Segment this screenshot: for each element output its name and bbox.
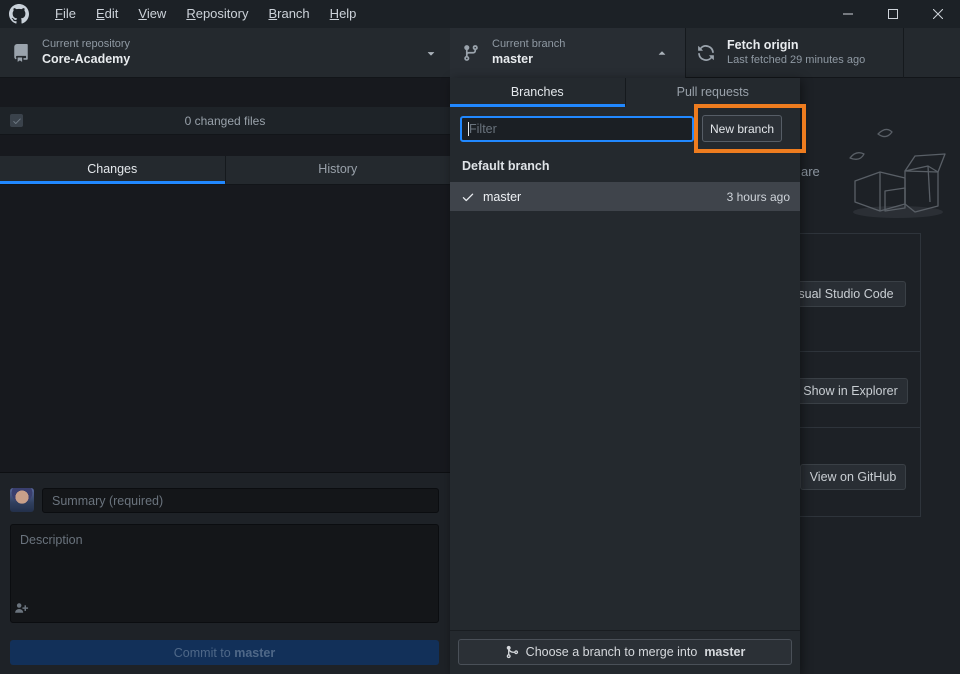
default-branch-header: Default branch [462,159,550,173]
chevron-down-icon [424,46,438,60]
commit-form: Commit to master [0,472,450,674]
menu-file[interactable]: File [45,0,86,28]
changed-files-count: 0 changed files [0,114,450,128]
tab-changes[interactable]: Changes [0,156,226,184]
card-divider [781,351,920,352]
menu-view[interactable]: View [128,0,176,28]
titlebar: File Edit View Repository Branch Help [0,0,960,28]
tab-history[interactable]: History [226,156,451,184]
changes-history-tabs: Changes History [0,156,450,185]
menu-help[interactable]: Help [320,0,367,28]
view-on-github-button[interactable]: View on GitHub [800,464,906,490]
select-all-checkbox[interactable] [10,114,23,127]
current-repository-value: Core-Academy [42,52,130,68]
partial-subtitle-text: are [801,164,820,179]
commit-description-input[interactable] [10,524,439,623]
branches-popover: Branches Pull requests New branch Defaul… [450,78,800,674]
chevron-up-icon [655,46,669,60]
toolbar: Current repository Core-Academy Current … [0,28,960,78]
show-in-explorer-button[interactable]: Show in Explorer [793,378,908,404]
fetch-origin-title: Fetch origin [727,38,865,54]
commit-summary-input[interactable] [42,488,439,513]
current-branch-value: master [492,52,565,68]
current-repository-button[interactable]: Current repository Core-Academy [0,28,450,78]
branch-row-master[interactable]: master 3 hours ago [450,182,800,211]
maximize-button[interactable] [870,0,915,28]
sync-icon [697,44,715,62]
open-boxes-illustration [835,106,960,226]
commit-button-branch: master [234,646,275,660]
popover-divider [450,630,800,631]
changes-panel: Changes History 0 changed files Commit t… [0,78,450,674]
merge-button-prefix: Choose a branch to merge into [526,645,698,659]
github-desktop-window: File Edit View Repository Branch Help [0,0,960,674]
menu-repository[interactable]: Repository [176,0,258,28]
tab-branches[interactable]: Branches [450,78,626,107]
new-branch-button[interactable]: New branch [702,115,782,142]
text-caret [468,122,469,136]
merge-branch-button[interactable]: Choose a branch to merge into master [458,639,792,665]
check-icon [461,190,475,204]
current-branch-label: Current branch [492,38,565,52]
card-divider [781,427,920,428]
menu-bar: File Edit View Repository Branch Help [45,0,366,28]
repository-icon [12,44,30,62]
fetch-origin-button[interactable]: Fetch origin Last fetched 29 minutes ago [685,28,903,78]
fetch-origin-subtitle: Last fetched 29 minutes ago [727,54,865,68]
minimize-icon [843,9,853,19]
commit-button-prefix: Commit to [174,646,234,660]
menu-edit[interactable]: Edit [86,0,128,28]
github-logo-icon [9,4,29,24]
branches-pullrequests-tabs: Branches Pull requests [450,78,800,107]
changed-files-row: 0 changed files [0,107,450,135]
branch-filter-input[interactable] [460,116,694,142]
branch-name: master [483,190,521,204]
add-coauthor-icon[interactable] [14,601,29,616]
close-icon [933,9,943,19]
close-button[interactable] [915,0,960,28]
window-controls [825,0,960,28]
menu-branch[interactable]: Branch [258,0,319,28]
current-branch-button[interactable]: Current branch master [450,28,685,78]
current-repository-label: Current repository [42,38,130,52]
maximize-icon [888,9,898,19]
merge-button-branch: master [704,645,745,659]
minimize-button[interactable] [825,0,870,28]
tab-pull-requests[interactable]: Pull requests [626,78,801,107]
user-avatar [10,488,34,512]
commit-to-master-button[interactable]: Commit to master [10,640,439,665]
git-merge-icon [505,645,519,659]
git-branch-icon [462,44,480,62]
check-icon [12,116,22,126]
open-in-editor-button[interactable]: sual Studio Code [786,281,906,307]
branch-last-commit-time: 3 hours ago [727,190,790,204]
